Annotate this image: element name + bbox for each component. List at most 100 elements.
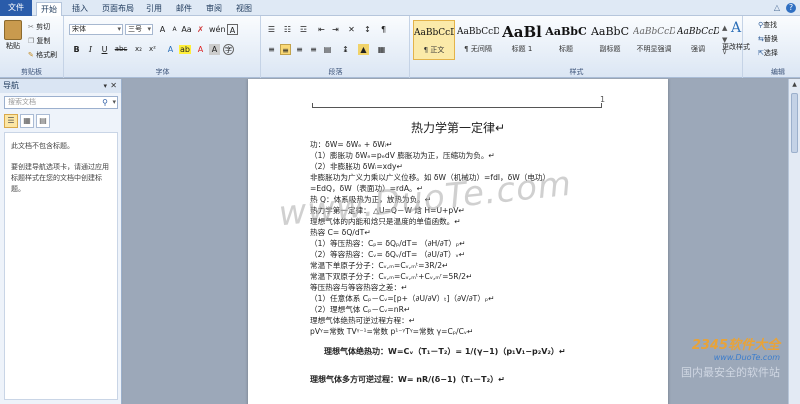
paste-button[interactable]: 粘贴 bbox=[4, 20, 22, 51]
tab-mailings[interactable]: 邮件 bbox=[172, 2, 196, 16]
font-size-combo[interactable]: 三号 bbox=[125, 24, 153, 35]
doc-formula-line: 理想气体绝热功：W=Cᵥ（T₁－T₂）= 1/(γ−1)（p₁V₁−p₂V₂）↵ bbox=[324, 347, 566, 356]
headings-view-icon[interactable]: ☰ bbox=[4, 114, 18, 128]
format-painter-button[interactable]: ✎ 格式刷 bbox=[28, 50, 57, 60]
nav-message-no-headings: 此文档不包含标题。 bbox=[11, 142, 74, 150]
strikethrough-button[interactable]: abc bbox=[113, 44, 129, 55]
style-normal[interactable]: AaBbCcDc ¶ 正文 bbox=[413, 20, 455, 60]
doc-line: 常温下双原子分子：Cᵥ,ₘ=Cᵥ,ₘᵗ+Cᵥ,ₘʳ=5R/2↵ bbox=[310, 272, 473, 281]
doc-line: （2）等容热容：Cᵥ= δQᵥ/dT= （∂U/∂T）ᵥ↵ bbox=[310, 250, 466, 259]
doc-line: pVᵞ=常数 TVᵞ⁻¹=常数 p¹⁻ᵞTᵞ=常数 γ=Cₚ/Cᵥ↵ bbox=[310, 327, 474, 336]
numbering-icon[interactable]: ☷ bbox=[282, 24, 293, 35]
watermark-badge: 2345软件大全 www.DuoTe.com 国内最安全的软件站 bbox=[681, 334, 780, 380]
subscript-button[interactable]: x₂ bbox=[133, 44, 144, 55]
bullets-icon[interactable]: ☰ bbox=[266, 24, 277, 35]
bold-button[interactable]: B bbox=[71, 44, 82, 55]
shrink-font-icon[interactable]: A bbox=[169, 24, 180, 35]
style-title[interactable]: AaBbC 标题 bbox=[545, 20, 587, 60]
highlight-icon[interactable]: ab bbox=[179, 44, 191, 55]
paragraph-group: ☰ ☷ ☲ ⇤ ⇥ ✕ ↕ ¶ ≡ ≡ ≡ ≡ ▤ ↨ ▲ ▦ 段落 bbox=[262, 16, 410, 78]
sort-icon[interactable]: ↕ bbox=[362, 24, 373, 35]
align-center-icon[interactable]: ≡ bbox=[280, 44, 291, 55]
styles-scroll-icon[interactable]: ▲ ▼ ⊽ bbox=[722, 22, 727, 58]
underline-button[interactable]: U bbox=[99, 44, 110, 55]
font-group-label: 字体 bbox=[155, 68, 170, 76]
show-marks-icon[interactable]: ¶ bbox=[378, 24, 389, 35]
change-styles-button[interactable]: A bbox=[731, 20, 741, 36]
close-icon[interactable]: ✕ bbox=[110, 79, 117, 93]
increase-indent-icon[interactable]: ⇥ bbox=[330, 24, 341, 35]
page-number: 1 bbox=[600, 95, 606, 104]
doc-line: （1）等压热容：Cₚ= δQₚ/dT= （∂H/∂T）ₚ↵ bbox=[310, 239, 466, 248]
align-right-icon[interactable]: ≡ bbox=[294, 44, 305, 55]
paragraph-group-label: 段落 bbox=[328, 68, 343, 76]
text-effects-icon[interactable]: A bbox=[165, 44, 176, 55]
clipboard-group: 粘贴 ✂ 剪切 ❐ 复制 ✎ 格式刷 剪贴板 bbox=[0, 16, 64, 78]
cut-button[interactable]: ✂ 剪切 bbox=[28, 22, 50, 32]
help-icon[interactable]: ? bbox=[786, 3, 796, 13]
header-line bbox=[312, 107, 602, 108]
shading-icon[interactable]: ▲ bbox=[358, 44, 369, 55]
document-title: 热力学第一定律↵ bbox=[410, 121, 506, 135]
nav-pane-header: 导航 ▾ ✕ bbox=[0, 79, 121, 93]
paste-icon bbox=[4, 20, 22, 40]
italic-button[interactable]: I bbox=[85, 44, 96, 55]
search-options-icon[interactable]: ▾ bbox=[112, 97, 116, 108]
styles-group: AaBbCcDc ¶ 正文 AaBbCcDc ¶ 无间隔 AaBl 标题 1 A… bbox=[411, 16, 743, 78]
multilevel-list-icon[interactable]: ☲ bbox=[298, 24, 309, 35]
style-heading-1[interactable]: AaBl 标题 1 bbox=[501, 20, 543, 60]
enclose-char-icon[interactable]: 字 bbox=[223, 44, 234, 55]
style-subtle-emphasis[interactable]: AaBbCcDc 不明显强调 bbox=[633, 20, 675, 60]
tab-home[interactable]: 开始 bbox=[36, 2, 62, 16]
tab-view[interactable]: 视图 bbox=[232, 2, 256, 16]
tab-file[interactable]: 文件 bbox=[0, 0, 32, 16]
char-shading-icon[interactable]: A bbox=[209, 44, 220, 55]
distribute-icon[interactable]: ▤ bbox=[322, 44, 333, 55]
tab-review[interactable]: 审阅 bbox=[202, 2, 226, 16]
nav-pane-content: 此文档不包含标题。 要创建导航选项卡，请通过应用标题样式在您的文档中创建标题。 bbox=[4, 132, 118, 400]
scroll-up-icon[interactable]: ▲ bbox=[789, 81, 800, 91]
find-button[interactable]: ⚲查找 bbox=[758, 20, 777, 30]
select-button[interactable]: ⇱选择 bbox=[758, 48, 778, 58]
watermark-slogan: 国内最安全的软件站 bbox=[681, 366, 780, 379]
nav-pane-menu-icon[interactable]: ▾ bbox=[103, 79, 107, 93]
font-name-combo[interactable]: 宋体 bbox=[69, 24, 123, 35]
doc-line: （1）膨胀功 δWₑ=pₑdV 膨胀功为正，压缩功为负。↵ bbox=[310, 151, 495, 160]
justify-icon[interactable]: ≡ bbox=[308, 44, 319, 55]
results-view-icon[interactable]: ▤ bbox=[36, 114, 50, 128]
style-emphasis[interactable]: AaBbCcDc 强调 bbox=[677, 20, 719, 60]
decrease-indent-icon[interactable]: ⇤ bbox=[316, 24, 327, 35]
change-case-icon[interactable]: Aa bbox=[181, 24, 192, 35]
style-no-spacing[interactable]: AaBbCcDc ¶ 无间隔 bbox=[457, 20, 499, 60]
replace-button[interactable]: ⇆替换 bbox=[758, 34, 778, 44]
doc-line: （2）理想气体 Cₚ－Cᵥ=nR↵ bbox=[310, 305, 411, 314]
tab-insert[interactable]: 插入 bbox=[68, 2, 92, 16]
nav-search-input[interactable]: 搜索文档 ⚲ ▾ bbox=[4, 96, 118, 109]
search-icon[interactable]: ⚲ bbox=[102, 97, 108, 108]
pages-view-icon[interactable]: ▦ bbox=[20, 114, 34, 128]
copy-button[interactable]: ❐ 复制 bbox=[28, 36, 51, 46]
font-color-icon[interactable]: A bbox=[195, 44, 206, 55]
doc-line: 功：δW= δWₑ + δWᵢ↵ bbox=[310, 140, 393, 149]
chinese-layout-icon[interactable]: ✕ bbox=[346, 24, 357, 35]
align-left-icon[interactable]: ≡ bbox=[266, 44, 277, 55]
document-area: 1 热力学第一定律↵ 功：δW= δWₑ + δWᵢ↵ （1）膨胀功 δWₑ=p… bbox=[123, 79, 788, 404]
vertical-scrollbar[interactable]: ▲ bbox=[788, 79, 800, 404]
tab-references[interactable]: 引用 bbox=[142, 2, 166, 16]
tab-page-layout[interactable]: 页面布局 bbox=[100, 2, 136, 16]
line-spacing-icon[interactable]: ↨ bbox=[340, 44, 351, 55]
style-subtitle[interactable]: AaBbC 副标题 bbox=[589, 20, 631, 60]
borders-icon[interactable]: ▦ bbox=[376, 44, 387, 55]
minimize-ribbon-icon[interactable]: △ bbox=[772, 3, 782, 13]
editing-group-label: 编辑 bbox=[771, 68, 785, 76]
phonetic-guide-icon[interactable]: wén bbox=[209, 24, 226, 35]
doc-line: 常温下单原子分子：Cᵥ,ₘ=Cᵥ,ₘᵗ=3R/2↵ bbox=[310, 261, 449, 270]
change-styles-label[interactable]: 更改样式 bbox=[722, 42, 750, 52]
document-page[interactable]: 1 热力学第一定律↵ 功：δW= δWₑ + δWᵢ↵ （1）膨胀功 δWₑ=p… bbox=[248, 79, 668, 404]
clear-format-icon[interactable]: ✗ bbox=[195, 24, 206, 35]
scroll-thumb[interactable] bbox=[791, 93, 798, 153]
char-border-icon[interactable]: A bbox=[227, 24, 238, 35]
grow-font-icon[interactable]: A bbox=[157, 24, 168, 35]
scissors-icon: ✂ bbox=[28, 23, 34, 31]
superscript-button[interactable]: x² bbox=[147, 44, 158, 55]
